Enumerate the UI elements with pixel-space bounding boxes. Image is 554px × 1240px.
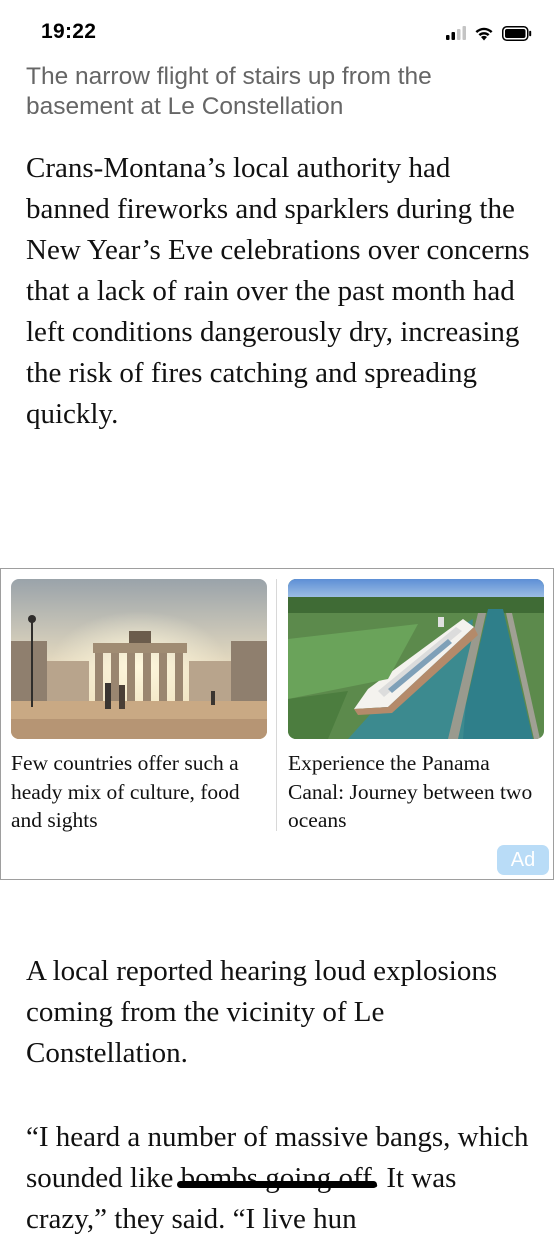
photo-caption: The narrow flight of stairs up from the … bbox=[26, 63, 432, 120]
status-bar: 19:22 bbox=[0, 0, 554, 60]
home-indicator[interactable] bbox=[177, 1181, 377, 1188]
ad-divider bbox=[276, 579, 277, 831]
ad-card[interactable]: Few countries offer such a heady mix of … bbox=[11, 579, 267, 835]
ad-card[interactable]: Experience the Panama Canal: Journey bet… bbox=[288, 579, 544, 835]
article-paragraph: A local reported hearing loud explosions… bbox=[26, 955, 498, 1069]
battery-icon bbox=[502, 25, 532, 41]
ad-card-title[interactable]: Experience the Panama Canal: Journey bet… bbox=[288, 749, 544, 835]
status-time: 19:22 bbox=[41, 20, 97, 43]
wifi-icon bbox=[475, 27, 493, 40]
article-paragraph: Crans-Montana’s local authority had bann… bbox=[26, 152, 530, 430]
ad-card-title[interactable]: Few countries offer such a heady mix of … bbox=[11, 749, 267, 835]
ad-image-brandenburg-gate[interactable] bbox=[11, 579, 267, 739]
cellular-signal-icon bbox=[446, 26, 466, 40]
ad-badge[interactable]: Ad bbox=[497, 845, 549, 875]
status-icons bbox=[446, 22, 532, 44]
ad-unit: Few countries offer such a heady mix of … bbox=[0, 568, 554, 880]
article-paragraph: “I heard a number of massive bangs, whic… bbox=[26, 1121, 529, 1235]
ad-image-cruise-ship[interactable] bbox=[288, 579, 544, 739]
